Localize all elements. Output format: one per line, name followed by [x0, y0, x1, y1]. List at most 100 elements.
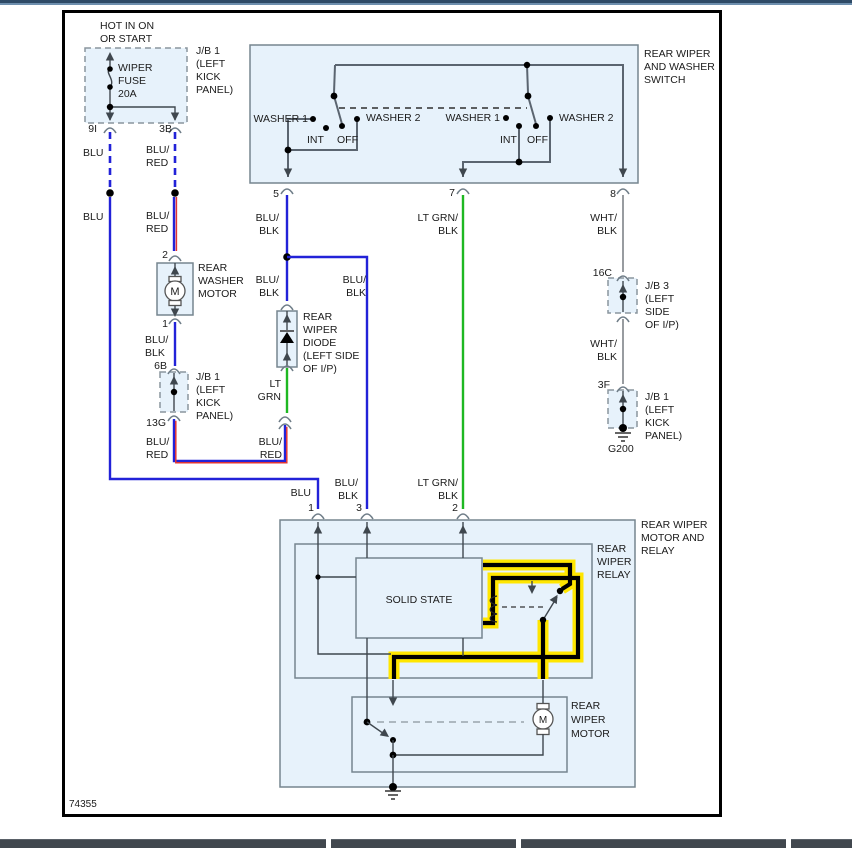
- figure-number: 74355: [69, 799, 97, 810]
- wire-label: BLU/: [146, 144, 169, 156]
- wire-label: BLK: [438, 225, 458, 237]
- pin-label: 8: [610, 188, 616, 200]
- wire-label: RED: [260, 449, 283, 461]
- junction-block-label: (LEFT: [645, 404, 675, 416]
- component-title: MOTOR AND: [641, 532, 705, 544]
- pin-label: 3F: [598, 379, 610, 391]
- component-label: (LEFT SIDE: [303, 350, 359, 362]
- wire-label: BLU/: [343, 274, 366, 286]
- pin-label: 1: [162, 318, 168, 330]
- fuse-label: 20A: [118, 88, 137, 100]
- wire-label: BLU: [83, 147, 103, 159]
- junction-block-label: PANEL): [645, 430, 682, 442]
- wire-label: BLU/: [256, 212, 279, 224]
- component-label: WIPER: [303, 324, 338, 336]
- component-label: MOTOR: [571, 728, 610, 740]
- wire-label: BLU: [83, 211, 103, 223]
- junction-block-label: (LEFT: [196, 384, 226, 396]
- component-label: WIPER: [571, 714, 606, 726]
- wire-label: BLK: [346, 287, 366, 299]
- wire-label: BLK: [338, 490, 358, 502]
- pin-label: 2: [452, 502, 458, 514]
- wire-label: LT: [270, 378, 282, 390]
- junction-block-label: OF I/P): [645, 319, 679, 331]
- wire-label: BLU: [291, 487, 311, 499]
- wire-label: LT GRN/: [418, 477, 459, 489]
- component-title: SWITCH: [644, 74, 685, 86]
- pin-label: 7: [449, 187, 455, 199]
- junction-block-label: (LEFT: [196, 58, 226, 70]
- wire-label: BLU/: [146, 210, 169, 222]
- switch-position-label: WASHER 1: [254, 113, 309, 125]
- component-label: REAR: [303, 311, 333, 323]
- junction-block-label: PANEL): [196, 84, 233, 96]
- fuse-label: FUSE: [118, 75, 146, 87]
- wire-label: WHT/: [590, 212, 617, 224]
- wire-label: BLK: [597, 351, 617, 363]
- component-label: MOTOR: [198, 288, 237, 300]
- wire-label: BLK: [438, 490, 458, 502]
- junction-block-label: KICK: [196, 71, 221, 83]
- hot-note: OR START: [100, 33, 153, 45]
- component-label: REAR: [198, 262, 228, 274]
- component-label: REAR: [597, 543, 627, 555]
- pin-label: 5: [273, 188, 279, 200]
- wire-label: BLU/: [145, 334, 168, 346]
- bottom-panel-edge[interactable]: [521, 839, 786, 848]
- pin-label: 1: [308, 502, 314, 514]
- junction-block-label: J/B 1: [196, 45, 220, 57]
- hot-note: HOT IN ON: [100, 20, 154, 32]
- junction-block-label: (LEFT: [645, 293, 675, 305]
- component-label: REAR: [571, 700, 601, 712]
- fuse-label: WIPER: [118, 62, 153, 74]
- wire-label: BLK: [145, 347, 165, 359]
- motor-symbol-letter: M: [539, 715, 547, 726]
- pin-label: 9I: [88, 123, 97, 135]
- wire-label: RED: [146, 223, 169, 235]
- switch-position-label: INT: [500, 134, 518, 146]
- junction-block-label: SIDE: [645, 306, 670, 318]
- bottom-panel-edge[interactable]: [0, 839, 326, 848]
- solid-state-label: SOLID STATE: [386, 594, 453, 606]
- component-label: OF I/P): [303, 363, 337, 375]
- component-label: RELAY: [597, 569, 631, 581]
- bottom-panel-edge[interactable]: [791, 839, 852, 848]
- switch-position-label: WASHER 2: [559, 112, 614, 124]
- ground-label: G200: [608, 443, 634, 455]
- pin-label: 16C: [593, 267, 613, 279]
- switch-position-label: WASHER 2: [366, 112, 421, 124]
- component-title: REAR WIPER: [644, 48, 711, 60]
- component-label: DIODE: [303, 337, 336, 349]
- junction-block-label: PANEL): [196, 410, 233, 422]
- component-title: REAR WIPER: [641, 519, 708, 531]
- wire-label: BLU/: [146, 436, 169, 448]
- wire-label: GRN: [258, 391, 281, 403]
- wire-label: BLK: [597, 225, 617, 237]
- pin-label: 6B: [154, 360, 167, 372]
- pin-label: 3: [356, 502, 362, 514]
- switch-position-label: WASHER 1: [446, 112, 501, 124]
- wire-label: BLU/: [256, 274, 279, 286]
- rear-wiper-washer-wiring-diagram: HOT IN ON OR START WIPER FUSE 20A J/B 1 …: [62, 10, 722, 817]
- wire-label: BLK: [259, 287, 279, 299]
- wire-label: BLU/: [259, 436, 282, 448]
- junction-block-label: KICK: [645, 417, 670, 429]
- component-label: WASHER: [198, 275, 244, 287]
- wire-label: LT GRN/: [418, 212, 459, 224]
- pin-label: 13G: [146, 417, 166, 429]
- junction-block-label: J/B 3: [645, 280, 669, 292]
- junction-block-label: J/B 1: [196, 371, 220, 383]
- wire-label: BLU/: [335, 477, 358, 489]
- bottom-panel-edge[interactable]: [331, 839, 516, 848]
- pin-label: 3B: [159, 123, 172, 135]
- wiring-diagram-page: HOT IN ON OR START WIPER FUSE 20A J/B 1 …: [0, 0, 852, 848]
- junction-block-label: KICK: [196, 397, 221, 409]
- switch-position-label: INT: [307, 134, 325, 146]
- pin-label: 2: [162, 249, 168, 261]
- motor-symbol-letter: M: [170, 286, 179, 298]
- component-title: RELAY: [641, 545, 675, 557]
- wire-label: WHT/: [590, 338, 617, 350]
- wire-label: BLK: [259, 225, 279, 237]
- component-title: AND WASHER: [644, 61, 715, 73]
- component-label: WIPER: [597, 556, 632, 568]
